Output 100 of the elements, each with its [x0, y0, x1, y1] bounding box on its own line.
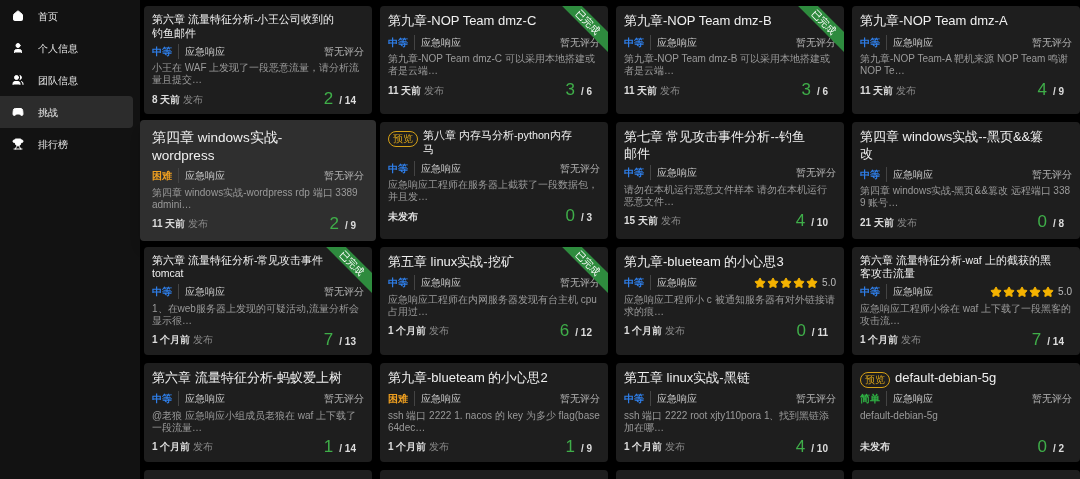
solved-count: 1: [565, 436, 575, 457]
sidebar-item[interactable]: 排行榜: [0, 128, 133, 160]
challenge-title: 第四章 windows实战--黑页&&篡改: [860, 129, 1045, 163]
challenge-summary: 应急响应工程师小 c 被通知服务器有对外链接请求的痕…: [624, 293, 836, 318]
category-label: 应急响应: [420, 392, 461, 407]
total-count: / 10: [811, 441, 828, 456]
total-count: / 8: [1052, 217, 1064, 231]
total-count: / 3: [580, 211, 592, 226]
category-label: 应急响应: [420, 276, 461, 290]
total-count: / 12: [575, 325, 592, 340]
challenge-card[interactable]: 预览 default-debian-5g 简单 应急响应 暂无评分 default-debian-5g 未发布 0 / 2: [852, 362, 1080, 462]
solved-count: 0: [565, 206, 575, 227]
difficulty-label: 简单: [860, 391, 887, 407]
star-icon: [780, 276, 793, 289]
category-label: 应急响应: [892, 285, 933, 300]
challenge-card[interactable]: 预览 第八章 内存马分析-python内存马 中等 应急响应 暂无评分 应急响应工程师在服务器上截获了一段数据包，并且发… 未发布 0 / 3: [380, 122, 608, 239]
rating-text: 暂无评分: [796, 166, 836, 181]
challenge-summary: 第四章 windows实战-黑页&&篡改 远程端口 3389 账号…: [860, 185, 1072, 209]
challenge-summary: 应急响应工程师小徐在 waf 上下载了一段黑客的攻击流…: [860, 302, 1072, 327]
publish-time: 未发布: [860, 440, 890, 455]
challenge-summary: 第九章-NOP Team dmz-B 可以采用本地搭建或者是云端…: [624, 53, 832, 77]
solved-count: 3: [565, 80, 575, 100]
publish-label: 发布: [188, 217, 209, 231]
challenge-summary: 小王在 WAF 上发现了一段恶意流量，请分析流量且提交…: [152, 62, 361, 87]
total-count: / 6: [816, 85, 828, 99]
challenge-title: 第六章 流量特征分析-蚂蚁爱上树: [152, 369, 342, 387]
solved-count: 4: [795, 210, 806, 231]
category-label: 应急响应: [184, 169, 225, 183]
solved-count: 4: [795, 436, 806, 457]
total-count: / 13: [339, 334, 356, 349]
total-count: / 14: [339, 94, 356, 109]
difficulty-label: 中等: [388, 275, 415, 290]
total-count: / 14: [1047, 334, 1064, 349]
rating-text: 暂无评分: [796, 392, 836, 407]
total-count: / 9: [344, 218, 356, 233]
rating-text: 暂无评分: [1032, 167, 1072, 182]
difficulty-label: 中等: [860, 284, 887, 300]
sidebar-item[interactable]: 个人信息: [0, 32, 133, 64]
star-icon: [1029, 285, 1042, 298]
category-label: 应急响应: [184, 44, 225, 59]
challenge-summary: ssh 端口 2222 root xjty110pora 1、找到黑链添加在哪…: [624, 409, 831, 434]
publish-time: 15 天前: [624, 214, 658, 229]
sidebar-item[interactable]: 挑战: [0, 96, 133, 128]
star-icon: [767, 276, 780, 289]
rating-text: 暂无评分: [324, 392, 364, 407]
star-icon: [990, 285, 1003, 298]
challenge-card[interactable]: 第九章-blueteam 的小心思2 困难 应急响应 暂无评分 ssh 端口 2222 1. nacos 的 key 为多少 flag(base64dec… 1 个月前 发布 1 / 9: [380, 362, 608, 462]
publish-label: 发布: [193, 440, 214, 455]
difficulty-label: 困难: [152, 168, 179, 183]
publish-time: 11 天前: [860, 83, 894, 98]
solved-count: 2: [323, 89, 334, 110]
publish-time: 1 个月前: [388, 440, 427, 455]
difficulty-label: 中等: [388, 160, 415, 176]
total-count: / 11: [811, 325, 828, 340]
challenge-title: 第九章-blueteam 的小心思3: [624, 253, 784, 271]
star-icon: [1042, 285, 1055, 298]
solved-count: 7: [1031, 329, 1042, 350]
challenge-title: 第六章 流量特征分析-小王公司收到的钓鱼邮件: [152, 13, 336, 41]
challenge-title: default-debian-5g: [895, 369, 997, 387]
star-icon: [806, 276, 819, 289]
publish-time: 1 个月前: [860, 333, 899, 348]
challenge-title: 第九章-NOP Team dmz-C: [388, 13, 537, 30]
sidebar-item[interactable]: 首页: [0, 0, 133, 32]
publish-label: 发布: [424, 83, 445, 98]
total-count: / 6: [580, 85, 592, 99]
challenge-card[interactable]: 第四章 windows实战-wordpress 困难 应急响应 暂无评分 第四章 windows实战-wordpress rdp 端口 3389 admini… 11 天前 发布 2 / 9: [140, 120, 376, 241]
challenge-title: 第八章 内存马分析-python内存马: [423, 129, 573, 158]
publish-time: 11 天前: [152, 217, 186, 231]
challenge-card[interactable]: 第六章 流量特征分析-小王公司收到的钓鱼邮件 中等 应急响应 暂无评分 小王在 WAF 上发现了一段恶意流量，请分析流量且提交… 8 天前 发布 2 / 14: [144, 6, 372, 115]
challenge-card[interactable]: 第五章 linux实战-黑链 中等 应急响应 暂无评分 ssh 端口 2222 root xjty110pora 1、找到黑链添加在哪… 1 个月前 发布 4 / 10: [616, 362, 844, 462]
home-icon: [12, 10, 24, 22]
publish-label: 发布: [660, 214, 681, 229]
challenge-card[interactable]: 第九章-NOP Team dmz-A 中等 应急响应 暂无评分 第九章-NOP Team-A 靶机来源 NOP Team 鸣谢 NOP Te… 11 天前 发布 4 / 9: [852, 6, 1080, 115]
difficulty-label: 中等: [152, 43, 179, 59]
publish-label: 发布: [429, 440, 450, 455]
category-label: 应急响应: [420, 35, 461, 50]
sidebar-item[interactable]: 团队信息: [0, 64, 133, 96]
category-label: 应急响应: [656, 166, 697, 181]
publish-time: 1 个月前: [624, 324, 663, 338]
challenge-card[interactable]: 第六章 流量特征分析-蚂蚁爱上树 中等 应急响应 暂无评分 @老狼 应急响应小组成员老狼在 waf 上下载了一段流量… 1 个月前 发布 1 / 14: [144, 362, 372, 462]
challenge-card[interactable]: 已完成 第六章 流量特征分析-常见攻击事件 tomcat 中等 应急响应 暂无评分 1、在web服务器上发现的可疑活动,流量分析会显示很… 1 个月前 发布 7 / 13: [144, 246, 372, 355]
challenge-card[interactable]: 第六章 流量特征分析-waf 上的截获的黑客攻击流量 中等 应急响应 5.0 应急响应工程师小徐在 waf 上下载了一段黑客的攻击流… 1 个月前 发布 7 / 14: [852, 246, 1080, 355]
challenge-card[interactable]: 第四章 windows实战--黑页&&篡改 中等 应急响应 暂无评分 第四章 windows实战-黑页&&篡改 远程端口 3389 账号… 21 天前 发布 0 / 8: [852, 122, 1080, 239]
publish-label: 发布: [193, 333, 214, 348]
challenge-card[interactable]: 第九章-blueteam 的小心思3 中等 应急响应 5.0 应急响应工程师小 c 被通知服务器有对外链接请求的痕… 1 个月前 发布 0 / 11: [616, 246, 844, 355]
publish-label: 发布: [665, 440, 686, 455]
challenge-summary: 第四章 windows实战-wordpress rdp 端口 3389 admini…: [152, 186, 359, 211]
category-label: 应急响应: [184, 392, 225, 407]
difficulty-label: 中等: [624, 165, 651, 181]
total-count: / 14: [339, 441, 356, 456]
difficulty-label: 中等: [152, 391, 179, 407]
publish-time: 1 个月前: [624, 440, 663, 455]
challenge-summary: 应急响应工程师在服务器上截获了一段数据包，并且发…: [388, 179, 599, 204]
solved-count: 0: [1037, 212, 1047, 232]
solved-count: 6: [559, 320, 570, 341]
challenge-card[interactable]: 第七章 常见攻击事件分析--钓鱼邮件 中等 应急响应 暂无评分 请勿在本机运行恶意文件样本 请勿在本机运行恶意文件… 15 天前 发布 4 / 10: [616, 122, 844, 239]
rating-text: 暂无评分: [560, 392, 600, 407]
challenge-summary: default-debian-5g: [860, 409, 939, 423]
solved-count: 3: [801, 80, 811, 100]
publish-label: 发布: [896, 83, 917, 98]
